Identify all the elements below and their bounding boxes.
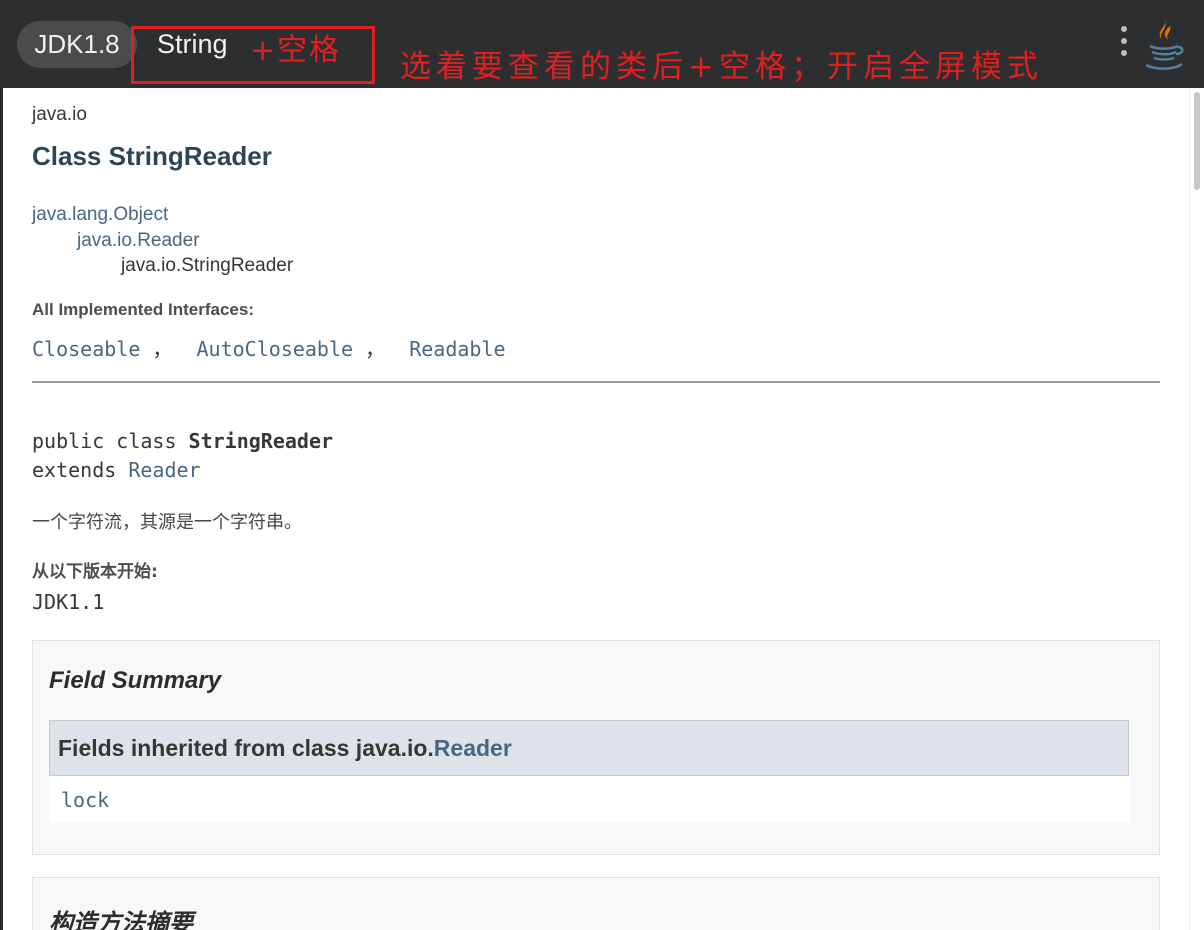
hierarchy-link-reader[interactable]: java.io.Reader: [77, 230, 200, 252]
interface-link-closeable[interactable]: Closeable: [32, 337, 140, 361]
class-description: 一个字符流，其源是一个字符串。: [32, 512, 302, 533]
scrollbar-thumb[interactable]: [1194, 92, 1200, 190]
signature-extends-link[interactable]: Reader: [128, 458, 200, 482]
class-signature: public class StringReader extends Reader: [32, 427, 333, 485]
vertical-scrollbar[interactable]: [1189, 88, 1204, 930]
inherited-fields-header: Fields inherited from class java.io.Read…: [49, 720, 1129, 776]
interface-separator: ，: [353, 337, 386, 361]
signature-modifiers: public class: [32, 429, 189, 453]
field-link-lock[interactable]: lock: [61, 788, 109, 812]
signature-class-name: StringReader: [188, 429, 334, 453]
field-summary-section: Field Summary Fields inherited from clas…: [32, 640, 1160, 855]
field-summary-title: Field Summary: [49, 667, 222, 694]
interface-separator: ，: [140, 337, 173, 361]
launcher-bar: JDK1.8 String +空格 选着要查看的类后+空格；开启全屏模式: [0, 0, 1204, 88]
constructor-summary-title: 构造方法摘要: [49, 909, 193, 930]
page-title: Class StringReader: [32, 141, 272, 171]
since-value: JDK1.1: [32, 590, 105, 614]
since-heading: 从以下版本开始:: [32, 562, 158, 582]
inherited-fields-body: lock: [49, 776, 1129, 823]
constructor-summary-section: 构造方法摘要: [32, 877, 1160, 930]
package-name: java.io: [32, 104, 87, 125]
signature-extends-keyword: extends: [32, 458, 129, 482]
hierarchy-link-object[interactable]: java.lang.Object: [32, 204, 168, 226]
hierarchy-current-class: java.io.StringReader: [121, 255, 294, 276]
interface-link-readable[interactable]: Readable: [409, 337, 505, 361]
interfaces-list: Closeable ， AutoCloseable ， Readable: [32, 333, 506, 362]
inherited-class-link[interactable]: Reader: [434, 735, 512, 761]
inherited-fields-heading: Fields inherited from class java.io.Read…: [58, 735, 512, 762]
annotation-note: 选着要查看的类后+空格；开启全屏模式: [400, 49, 1043, 85]
interfaces-heading: All Implemented Interfaces:: [32, 300, 255, 319]
version-badge[interactable]: JDK1.8: [17, 21, 137, 68]
javadoc-page: java.io Class StringReader java.lang.Obj…: [3, 88, 1189, 930]
interface-link-autocloseable[interactable]: AutoCloseable: [197, 337, 354, 361]
divider: [32, 381, 1160, 383]
inherited-fields-prefix: Fields inherited from class java.io.: [58, 735, 434, 761]
more-vertical-icon[interactable]: [1114, 26, 1134, 62]
java-cup-icon: [1145, 18, 1184, 70]
annotation-shortcut-hint: +空格: [250, 33, 342, 68]
